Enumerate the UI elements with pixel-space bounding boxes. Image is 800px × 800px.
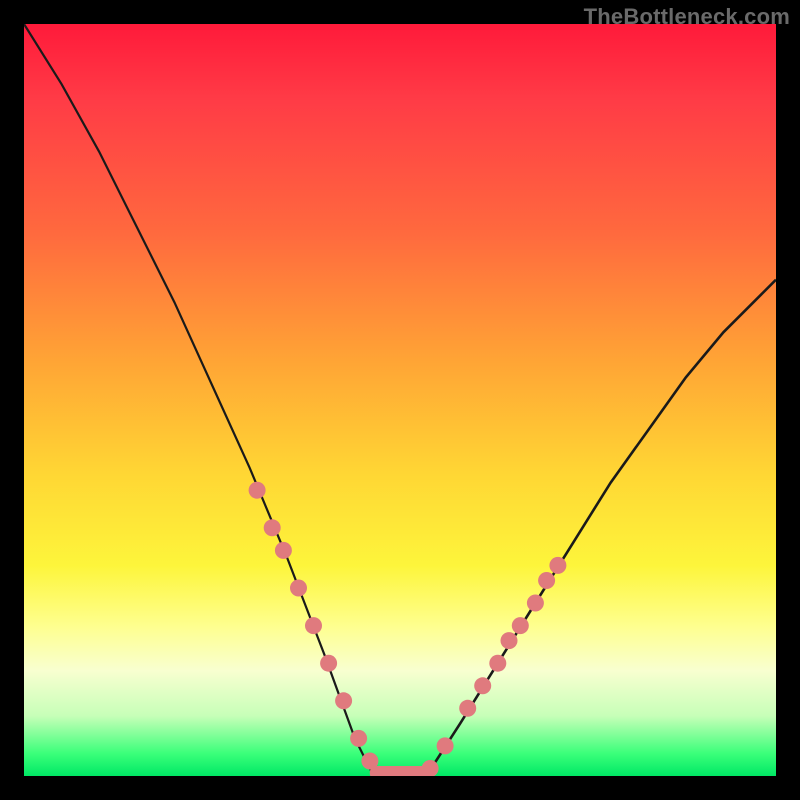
- plot-area: [24, 24, 776, 776]
- marker-dot: [538, 572, 555, 589]
- marker-dot: [320, 655, 337, 672]
- marker-dot: [501, 632, 518, 649]
- marker-dot: [350, 730, 367, 747]
- marker-dot: [489, 655, 506, 672]
- marker-dot: [249, 482, 266, 499]
- marker-dot: [275, 542, 292, 559]
- curve-right-path: [426, 280, 776, 776]
- curve-right-branch: [426, 280, 776, 776]
- marker-dot: [437, 737, 454, 754]
- marker-dots-left: [249, 482, 379, 770]
- marker-dot: [512, 617, 529, 634]
- marker-dot: [290, 580, 307, 597]
- marker-dot: [549, 557, 566, 574]
- marker-dot: [305, 617, 322, 634]
- flat-minimum-marker: [370, 766, 431, 776]
- marker-dot: [264, 519, 281, 536]
- marker-dot: [474, 677, 491, 694]
- chart-svg: [24, 24, 776, 776]
- chart-frame: TheBottleneck.com: [0, 0, 800, 800]
- marker-dot: [335, 692, 352, 709]
- marker-dot: [527, 595, 544, 612]
- marker-dot: [459, 700, 476, 717]
